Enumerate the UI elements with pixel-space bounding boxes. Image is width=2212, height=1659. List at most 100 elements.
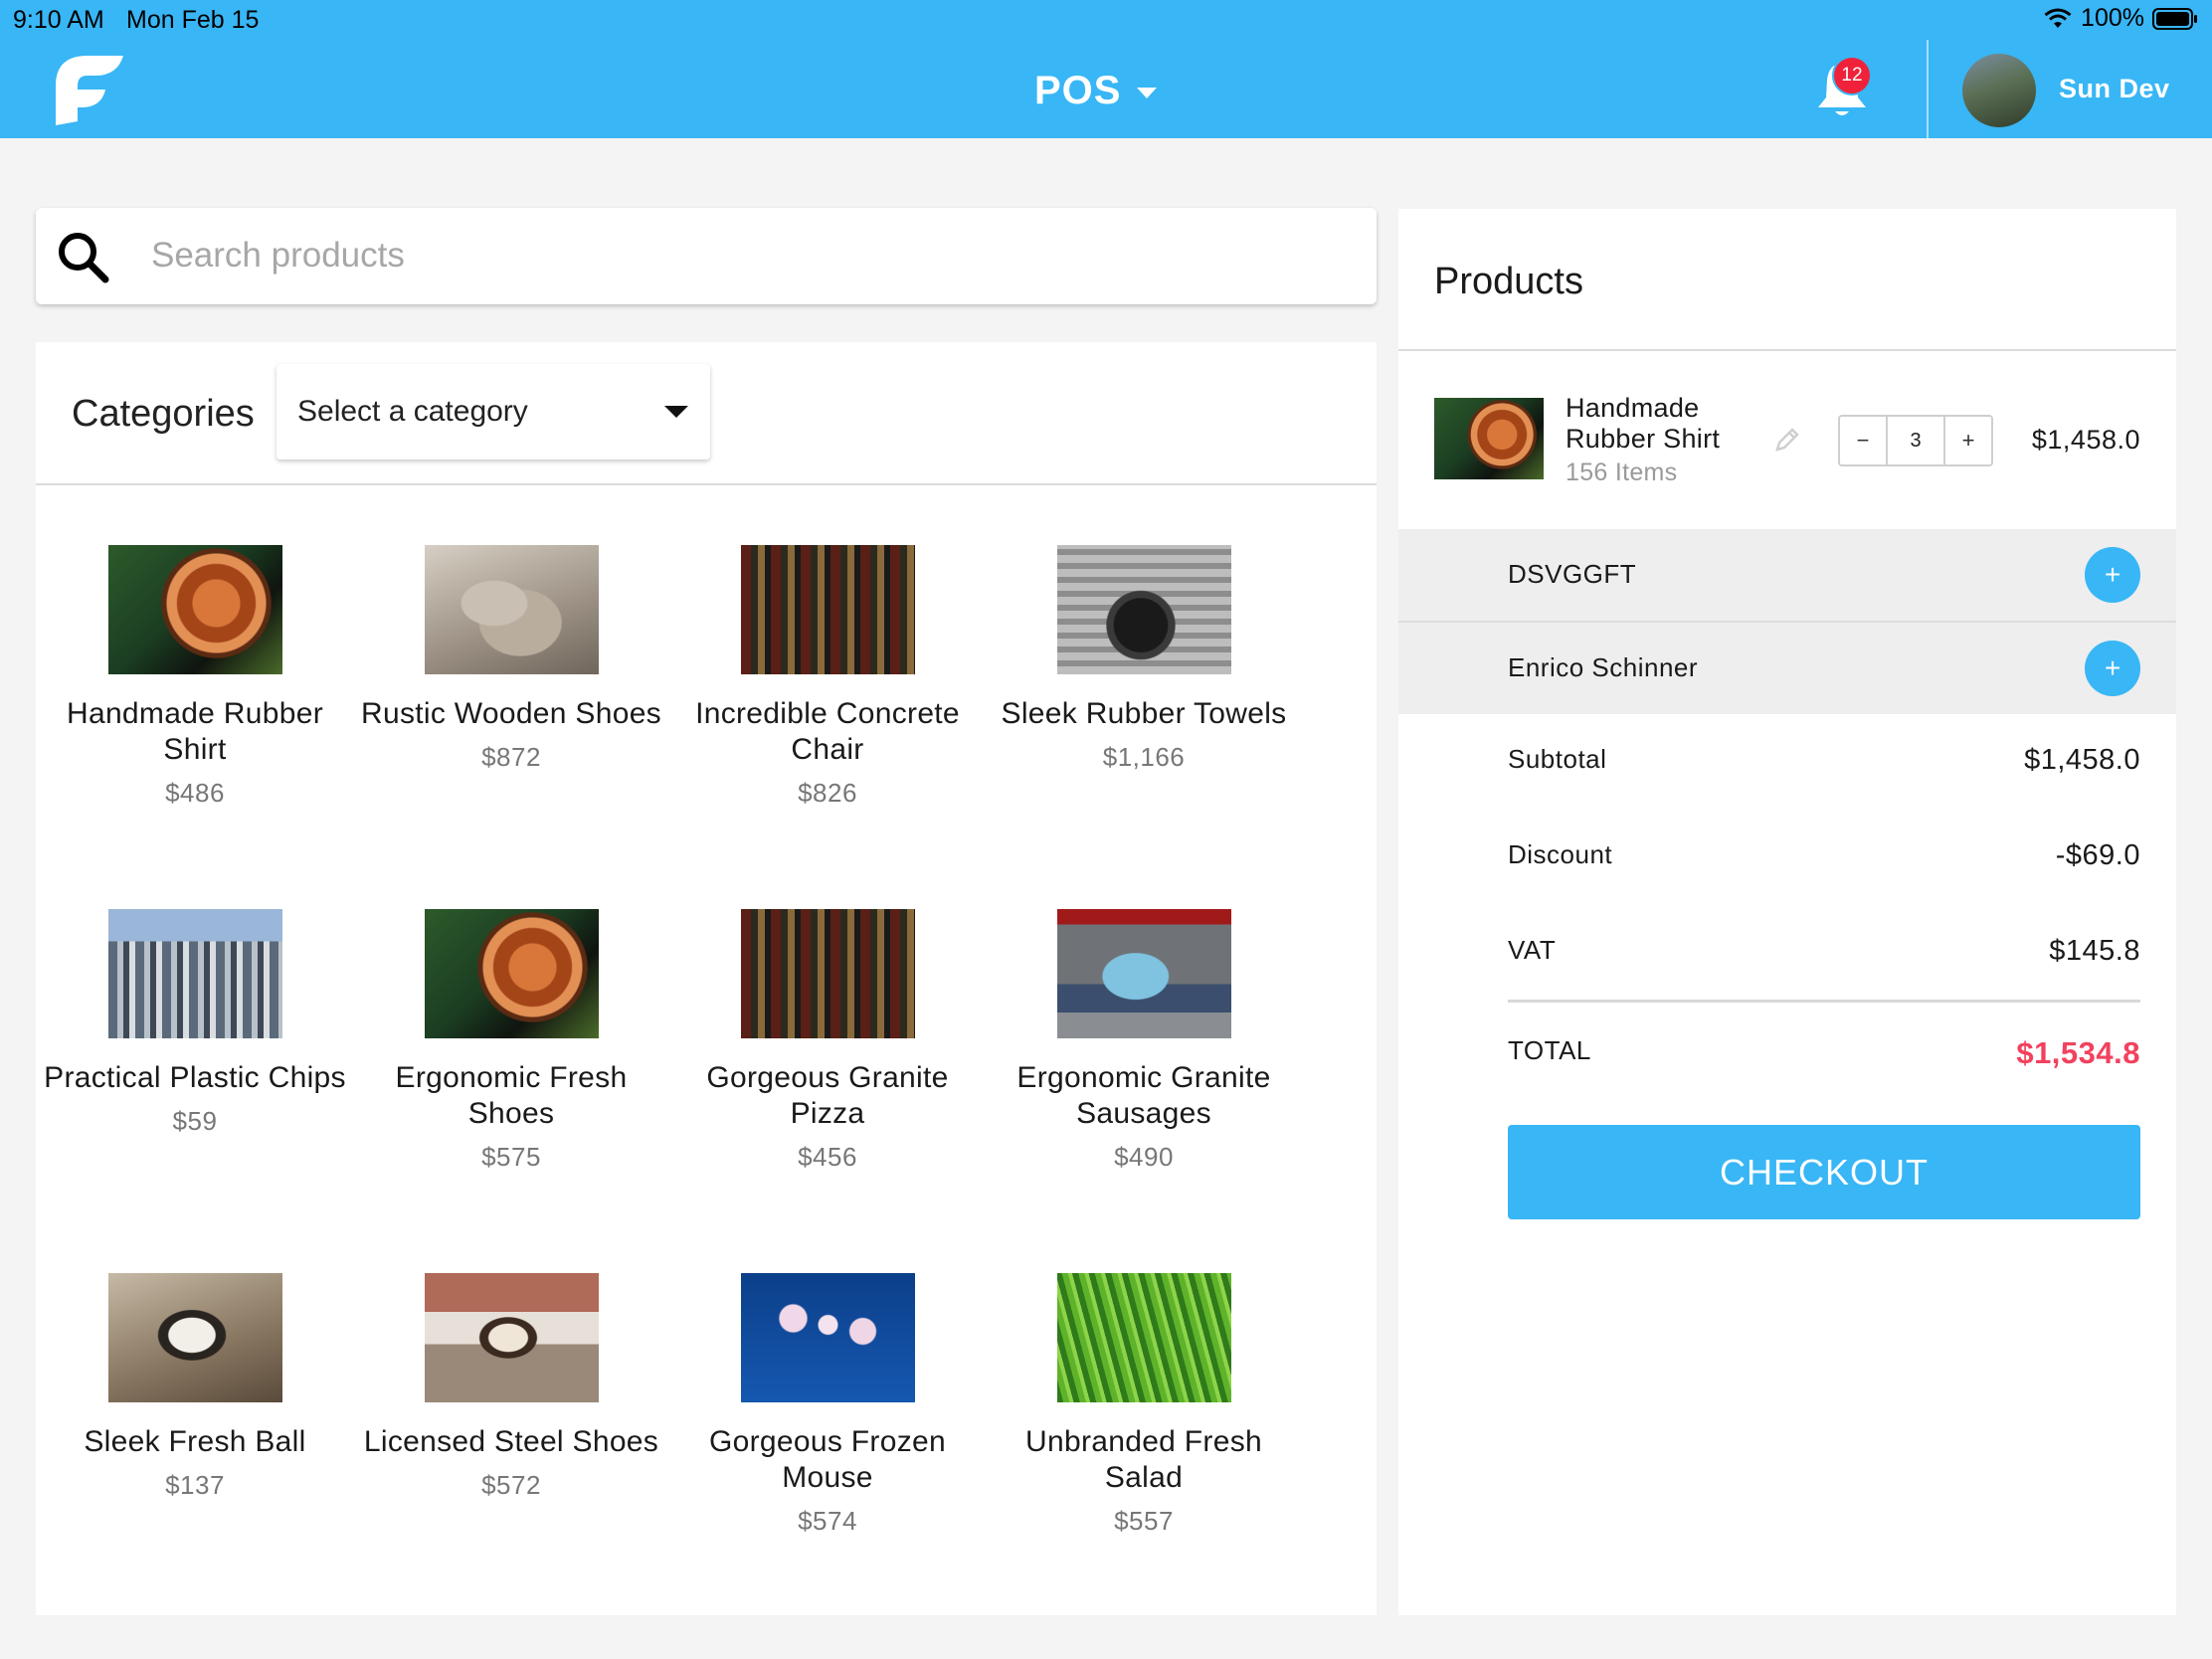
product-image	[740, 909, 915, 1038]
product-card[interactable]: Ergonomic Fresh Shoes $575	[352, 909, 670, 1173]
product-price: $490	[1114, 1142, 1174, 1172]
category-select[interactable]: Select a category	[276, 364, 710, 460]
wifi-icon	[2043, 8, 2073, 30]
product-card[interactable]: Licensed Steel Shoes $572	[352, 1273, 670, 1501]
product-price: $59	[172, 1106, 218, 1136]
option-label: Enrico Schinner	[1508, 652, 1699, 682]
battery-icon	[2152, 7, 2198, 30]
discount-row: Discount -$69.0	[1508, 839, 2140, 879]
product-name: Gorgeous Granite Pizza	[706, 1061, 949, 1130]
line-item-name: Handmade Rubber Shirt	[1566, 393, 1721, 454]
decrement-button[interactable]: −	[1840, 417, 1886, 464]
search-icon	[59, 233, 109, 283]
vat-row: VAT $145.8	[1508, 935, 2140, 975]
cart-option-row: DSVGGFT +	[1398, 529, 2176, 621]
product-price: $486	[165, 778, 225, 808]
plus-icon: +	[2104, 652, 2121, 683]
notification-badge: 12	[1832, 56, 1872, 95]
product-image	[107, 545, 282, 674]
product-card[interactable]: Ergonomic Granite Sausages $490	[985, 909, 1303, 1173]
cart-line-item: Handmade Rubber Shirt 156 Items − 3 + $1…	[1398, 351, 2176, 540]
subtotal-row: Subtotal $1,458.0	[1508, 744, 2140, 784]
checkout-button[interactable]: CHECKOUT	[1508, 1125, 2140, 1219]
caret-down-icon	[664, 406, 688, 418]
product-card[interactable]: Sleek Fresh Ball $137	[36, 1273, 354, 1501]
discount-label: Discount	[1508, 839, 1613, 869]
quantity-value[interactable]: 3	[1886, 417, 1945, 464]
vat-label: VAT	[1508, 935, 1557, 965]
search-bar	[36, 208, 1377, 304]
total-divider	[1508, 1000, 2140, 1003]
product-card[interactable]: Sleek Rubber Towels $1,166	[985, 545, 1303, 773]
app-logo	[56, 56, 123, 125]
app-header: 9:10 AM Mon Feb 15 100% POS 12 Sun Dev	[0, 0, 2212, 138]
status-date: Mon Feb 15	[126, 6, 260, 34]
product-price: $872	[481, 742, 541, 772]
product-price: $572	[481, 1470, 541, 1500]
product-name: Licensed Steel Shoes	[363, 1425, 659, 1458]
product-price: $557	[1114, 1506, 1174, 1536]
product-image	[740, 545, 915, 674]
subtotal-value: $1,458.0	[2024, 744, 2140, 776]
product-card[interactable]: Gorgeous Granite Pizza $456	[668, 909, 987, 1173]
product-image	[740, 1273, 915, 1402]
product-card[interactable]: Handmade Rubber Shirt $486	[36, 545, 354, 809]
discount-value: -$69.0	[2055, 839, 2140, 871]
product-name: Sleek Fresh Ball	[84, 1425, 306, 1458]
status-right: 100%	[2043, 4, 2198, 33]
search-input[interactable]	[151, 226, 1345, 285]
product-name: Handmade Rubber Shirt	[67, 697, 323, 766]
line-item-stock: 156 Items	[1566, 459, 1678, 486]
product-name: Unbranded Fresh Salad	[1025, 1425, 1262, 1494]
add-option-button[interactable]: +	[2085, 547, 2140, 603]
product-price: $456	[798, 1142, 857, 1172]
product-image	[1056, 909, 1231, 1038]
product-price: $137	[165, 1470, 225, 1500]
categories-divider	[36, 483, 1377, 485]
increment-button[interactable]: +	[1945, 417, 1991, 464]
pos-menu-toggle[interactable]: POS	[1034, 66, 1158, 115]
product-name: Sleek Rubber Towels	[1001, 697, 1287, 730]
product-card[interactable]: Unbranded Fresh Salad $557	[985, 1273, 1303, 1537]
product-image	[107, 1273, 282, 1402]
caret-down-icon	[1137, 87, 1158, 98]
product-card[interactable]: Rustic Wooden Shoes $872	[352, 545, 670, 773]
product-catalog: Categories Select a category Handmade Ru…	[36, 342, 1377, 1615]
product-card[interactable]: Practical Plastic Chips $59	[36, 909, 354, 1137]
product-card[interactable]: Gorgeous Frozen Mouse $574	[668, 1273, 987, 1537]
cart-option-row: Enrico Schinner +	[1398, 623, 2176, 714]
total-row: TOTAL $1,534.8	[1508, 1035, 2140, 1075]
battery-percent: 100%	[2081, 4, 2144, 32]
product-price: $575	[481, 1142, 541, 1172]
product-name: Ergonomic Fresh Shoes	[395, 1061, 628, 1130]
product-image	[1056, 545, 1231, 674]
product-image	[107, 909, 282, 1038]
product-image	[424, 1273, 599, 1402]
pencil-icon[interactable]	[1772, 425, 1802, 455]
product-image	[1056, 1273, 1231, 1402]
product-image	[424, 909, 599, 1038]
total-value: $1,534.8	[2016, 1035, 2140, 1070]
cart-title: Products	[1434, 261, 1583, 302]
product-price: $826	[798, 778, 857, 808]
line-item-total: $1,458.0	[2031, 425, 2140, 455]
line-item-image	[1434, 398, 1544, 479]
product-name: Ergonomic Granite Sausages	[1016, 1061, 1271, 1130]
product-name: Rustic Wooden Shoes	[361, 697, 661, 730]
user-name[interactable]: Sun Dev	[2059, 74, 2170, 104]
product-price: $574	[798, 1506, 857, 1536]
avatar[interactable]	[1962, 54, 2036, 127]
pos-title: POS	[1034, 68, 1122, 112]
plus-icon: +	[2104, 559, 2121, 590]
cart-panel: Products Handmade Rubber Shirt 156 Items…	[1398, 209, 2176, 1615]
product-card[interactable]: Incredible Concrete Chair $826	[668, 545, 987, 809]
product-price: $1,166	[1102, 742, 1186, 772]
vat-value: $145.8	[2049, 935, 2140, 967]
status-bar: 9:10 AM Mon Feb 15 100%	[0, 0, 2212, 40]
quantity-stepper: − 3 +	[1838, 415, 1993, 466]
product-image	[424, 545, 599, 674]
add-option-button[interactable]: +	[2085, 641, 2140, 696]
product-name: Practical Plastic Chips	[44, 1061, 346, 1094]
header-divider	[1927, 40, 1929, 138]
category-select-value: Select a category	[297, 395, 528, 428]
